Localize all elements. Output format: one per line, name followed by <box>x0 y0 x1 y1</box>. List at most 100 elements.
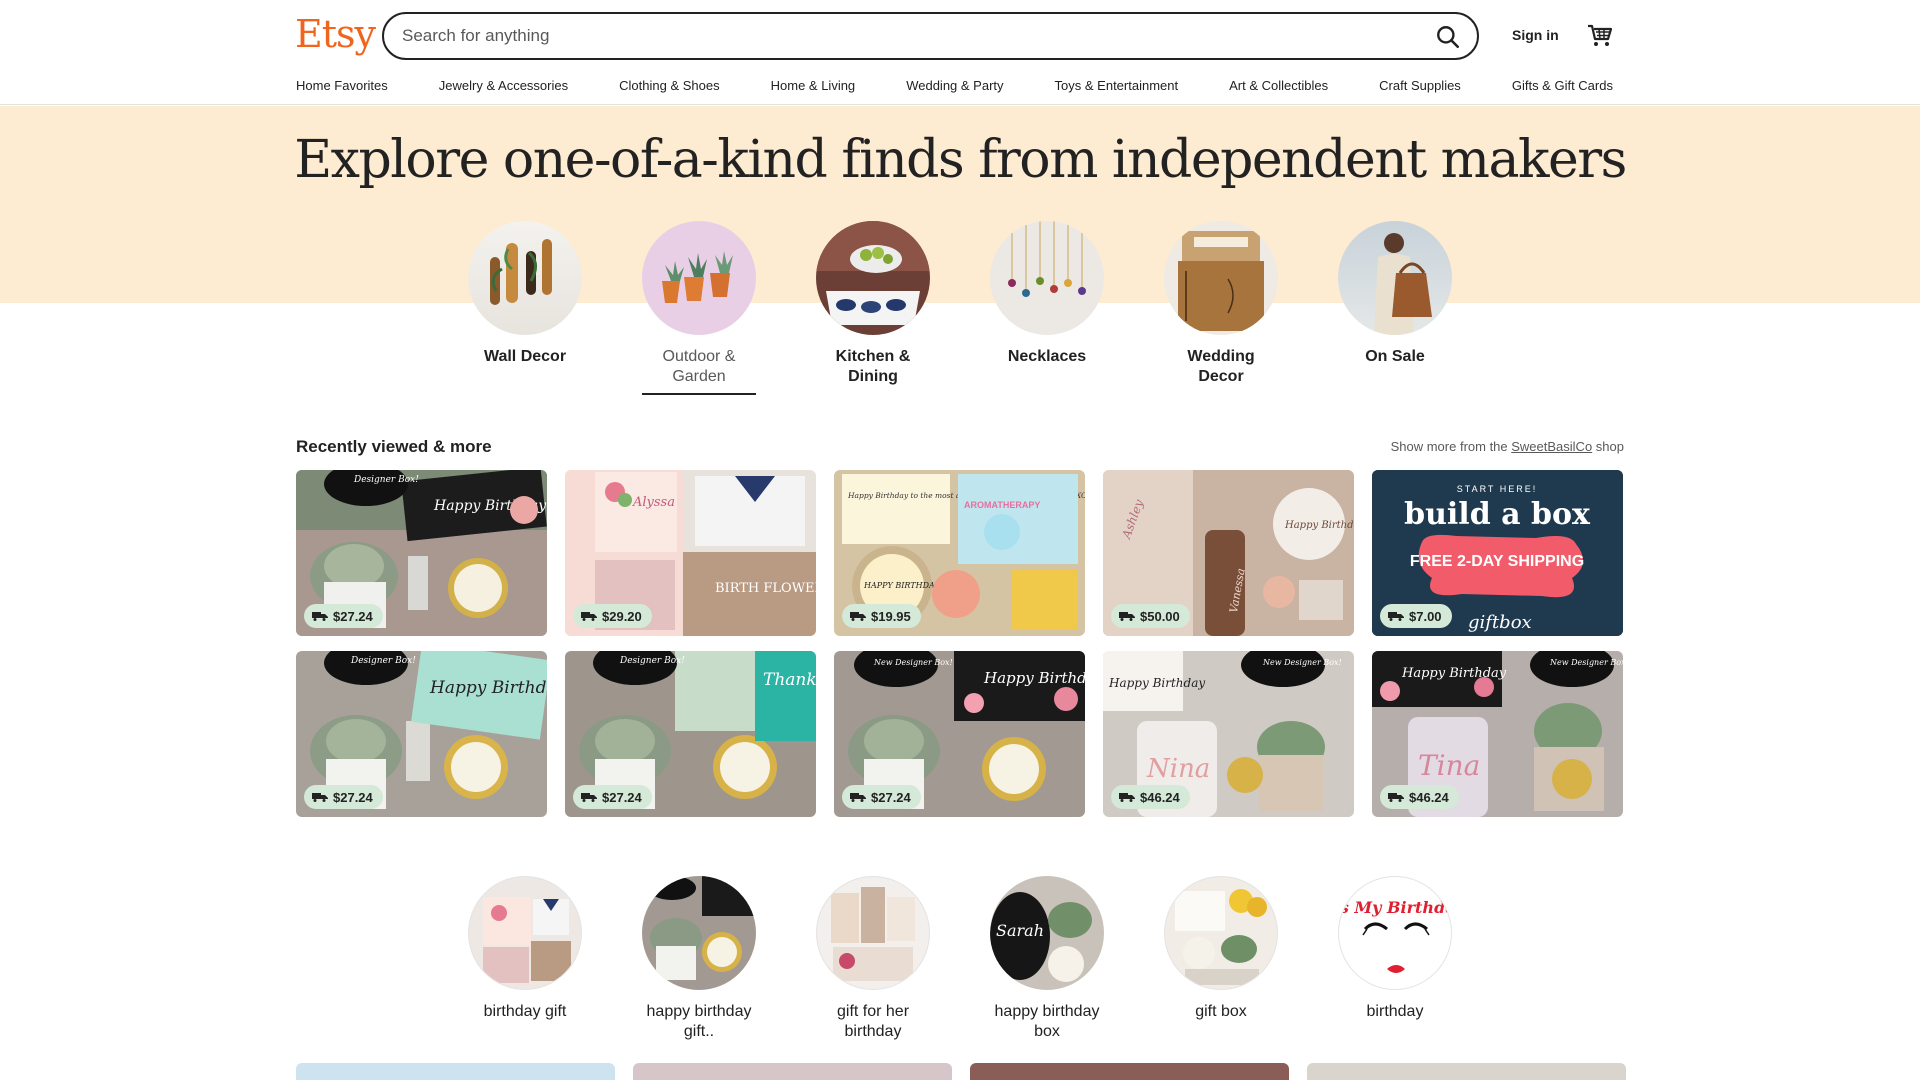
listing-card[interactable]: Happy Birthday Designer Box! $27.24 <box>296 651 547 817</box>
truck-icon <box>850 612 866 621</box>
price-badge: $29.20 <box>573 604 652 628</box>
price-badge: $19.95 <box>842 604 921 628</box>
listing-card[interactable]: Thank You Designer Box! $27.24 <box>565 651 816 817</box>
card-text: Thank You <box>763 670 816 690</box>
suggestion-gift-for-her-birthday[interactable]: gift for her birthday <box>816 876 930 1042</box>
listing-card[interactable] <box>970 1063 1289 1080</box>
search-bar <box>382 12 1479 60</box>
price-badge: $7.00 <box>1380 604 1452 628</box>
circle-kitchen-dining[interactable]: Kitchen & Dining <box>816 221 930 395</box>
hero-title: Explore one-of-a-kind finds from indepen… <box>294 130 1627 190</box>
category-link[interactable]: Craft Supplies <box>1379 78 1461 93</box>
truck-icon <box>1119 793 1135 802</box>
gift-box-image <box>1164 876 1278 990</box>
happy-birthday-gift-image <box>642 876 756 990</box>
card-text: FREE 2-DAY SHIPPING <box>1410 553 1584 570</box>
suggestion-gift-box[interactable]: gift box <box>1164 876 1278 1042</box>
listing-card[interactable]: Happy Birthday to the most amazing siste… <box>834 470 1085 636</box>
card-text: Happy Birthday <box>983 669 1085 687</box>
price-badge: $46.24 <box>1380 785 1459 809</box>
active-underline <box>642 393 756 395</box>
sign-in-link[interactable]: Sign in <box>1512 27 1559 43</box>
recently-viewed-grid: Designer Box! Happy Birthday $27.24 Alys… <box>296 470 1624 817</box>
suggestion-label: birthday <box>1366 1003 1424 1020</box>
price: $29.20 <box>602 608 642 624</box>
price-badge: $27.24 <box>842 785 921 809</box>
circle-label: Wall Decor <box>483 348 567 365</box>
suggestion-happy-birthday-box[interactable]: Sarah happy birthday box <box>990 876 1104 1042</box>
card-text: Alyssa <box>632 495 675 510</box>
shop-link[interactable]: SweetBasilCo <box>1511 439 1592 454</box>
category-link[interactable]: Gifts & Gift Cards <box>1512 78 1613 93</box>
card-text: AROMATHERAPY <box>964 500 1040 510</box>
birthday-gift-image <box>468 876 582 990</box>
category-link[interactable]: Home & Living <box>771 78 856 93</box>
card-text: New Designer Box! <box>873 658 953 667</box>
price: $27.24 <box>602 789 642 805</box>
necklaces-image <box>990 221 1104 335</box>
suggestion-label: gift for her birthday <box>836 1003 910 1040</box>
suggestion-label: happy birthday box <box>994 1003 1100 1040</box>
listing-card[interactable]: START HERE! build a box FREE 2-DAY SHIPP… <box>1372 470 1623 636</box>
category-link[interactable]: Wedding & Party <box>906 78 1003 93</box>
card-text: Happy Birthday <box>1401 666 1507 681</box>
gift-for-her-image <box>816 876 930 990</box>
etsy-logo[interactable]: Etsy <box>295 12 376 56</box>
suggestion-happy-birthday-gift[interactable]: happy birthday gift.. <box>642 876 756 1042</box>
circle-label: Necklaces <box>1007 348 1087 365</box>
show-more-prefix: Show more from the <box>1390 439 1512 454</box>
category-link[interactable]: Jewelry & Accessories <box>439 78 568 93</box>
suggestion-label: happy birthday gift.. <box>646 1003 752 1040</box>
price-badge: $46.24 <box>1111 785 1190 809</box>
category-link[interactable]: Home Favorites <box>296 78 388 93</box>
suggestion-label: gift box <box>1195 1003 1247 1020</box>
price: $7.00 <box>1409 608 1442 624</box>
card-text: Tina <box>1418 749 1480 782</box>
listing-card[interactable]: Ashley Vanessa Happy Birthday $50.00 <box>1103 470 1354 636</box>
succulent-pots-image <box>642 221 756 335</box>
price: $19.95 <box>871 608 911 624</box>
listing-card[interactable] <box>296 1063 615 1080</box>
card-text: New Designer Box! <box>1549 658 1623 667</box>
card-text: Happy Birthday <box>1108 676 1205 690</box>
hero-category-circles: Wall Decor Outdoor & Garden Kitchen & Di… <box>468 221 1512 395</box>
site-header: Etsy Sign in Home Favorites Jewelry & Ac… <box>0 0 1920 105</box>
card-text: giftbox <box>1468 612 1532 633</box>
cart-icon[interactable] <box>1585 20 1615 50</box>
price-badge: $50.00 <box>1111 604 1190 628</box>
circle-on-sale[interactable]: On Sale <box>1338 221 1452 395</box>
price: $27.24 <box>871 789 911 805</box>
search-icon[interactable] <box>1435 24 1461 50</box>
card-text: Designer Box! <box>350 656 416 666</box>
listing-card[interactable]: Happy Birthday New Designer Box! $27.24 <box>834 651 1085 817</box>
circle-label: Wedding Decor <box>1187 348 1255 385</box>
circle-wall-decor[interactable]: Wall Decor <box>468 221 582 395</box>
circle-necklaces[interactable]: Necklaces <box>990 221 1104 395</box>
circle-outdoor-garden[interactable]: Outdoor & Garden <box>642 221 756 395</box>
category-link[interactable]: Toys & Entertainment <box>1055 78 1179 93</box>
circle-wedding-decor[interactable]: Wedding Decor <box>1164 221 1278 395</box>
listing-card[interactable]: Designer Box! Happy Birthday $27.24 <box>296 470 547 636</box>
wall-decor-image <box>468 221 582 335</box>
suggestion-birthday[interactable]: It's My Birthday! birthday <box>1338 876 1452 1042</box>
truck-icon <box>581 612 597 621</box>
category-link[interactable]: Clothing & Shoes <box>619 78 719 93</box>
listing-card[interactable]: Happy Birthday Tina New Designer Box! $4… <box>1372 651 1623 817</box>
truck-icon <box>1119 612 1135 621</box>
suggestion-circles: birthday gift happy birthday gift.. gift… <box>468 876 1512 1042</box>
search-input[interactable] <box>402 23 1382 49</box>
tableware-image <box>816 221 930 335</box>
category-nav: Home Favorites Jewelry & Accessories Clo… <box>296 78 1613 93</box>
category-link[interactable]: Art & Collectibles <box>1229 78 1328 93</box>
recently-viewed-title: Recently viewed & more <box>296 437 492 456</box>
listing-card[interactable] <box>1307 1063 1626 1080</box>
price: $46.24 <box>1409 789 1449 805</box>
card-text: Designer Box! <box>353 475 419 485</box>
price-badge: $27.24 <box>304 604 383 628</box>
listing-card[interactable]: Alyssa BIRTH FLOWER $29.20 <box>565 470 816 636</box>
truck-icon <box>850 793 866 802</box>
listing-card[interactable]: Happy Birthday Nina New Designer Box! $4… <box>1103 651 1354 817</box>
listing-card[interactable] <box>633 1063 952 1080</box>
suggestion-birthday-gift[interactable]: birthday gift <box>468 876 582 1042</box>
price: $50.00 <box>1140 608 1180 624</box>
